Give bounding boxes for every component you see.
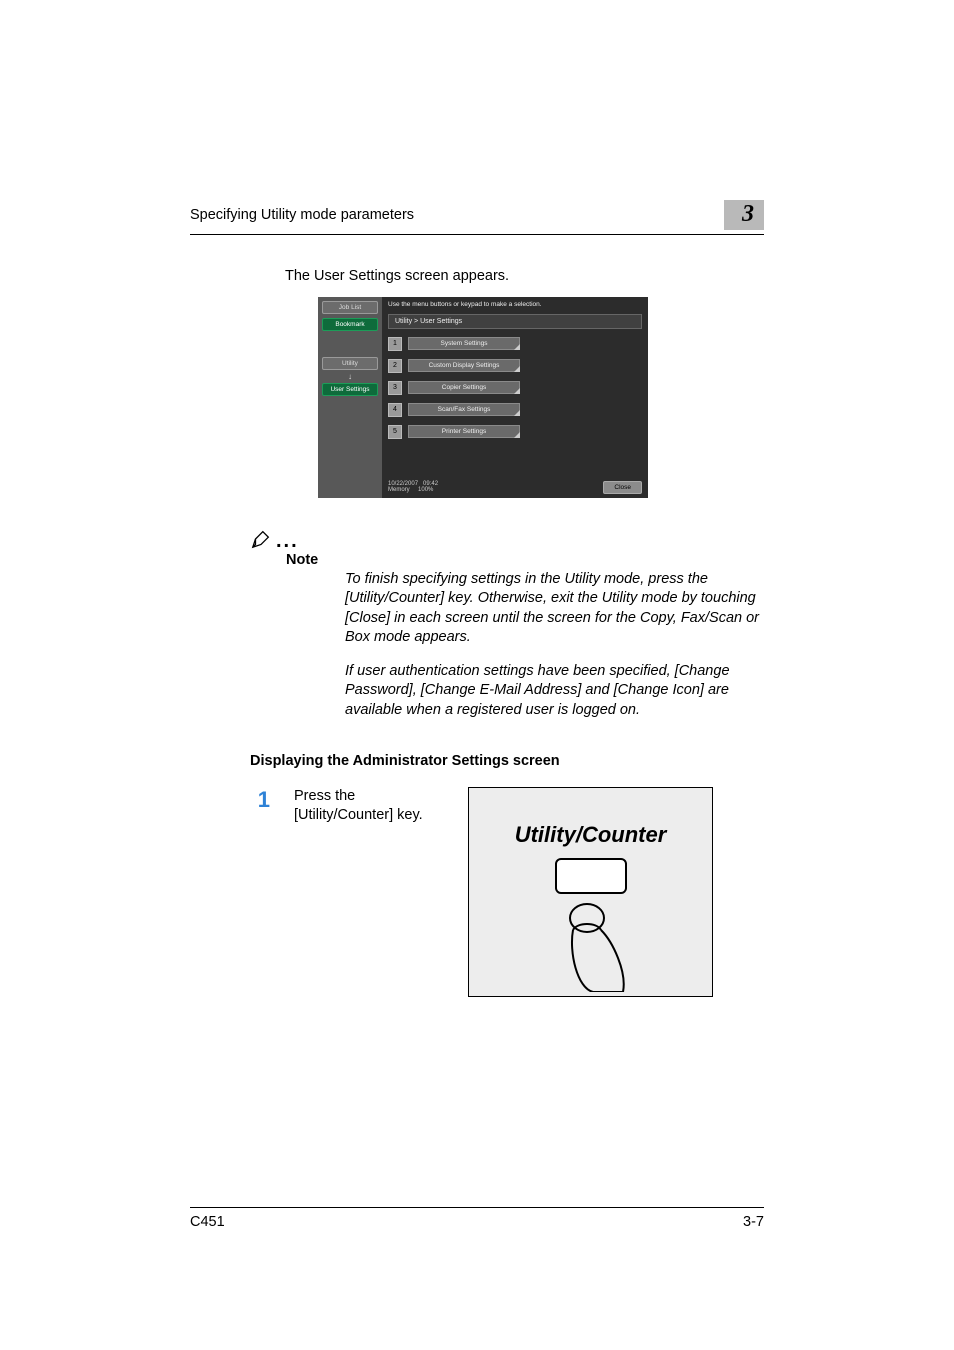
menu-row: 1 System Settings xyxy=(388,337,642,351)
user-settings-tab[interactable]: User Settings xyxy=(322,383,378,396)
printer-settings-button[interactable]: Printer Settings xyxy=(408,425,520,438)
screen-footer: 10/22/2007 09:42 Memory 100% Close xyxy=(388,477,642,498)
memory-label: Memory xyxy=(388,487,410,493)
bookmark-tab[interactable]: Bookmark xyxy=(322,318,378,331)
menu-row: 5 Printer Settings xyxy=(388,425,642,439)
custom-display-settings-button[interactable]: Custom Display Settings xyxy=(408,359,520,372)
finger-press-icon xyxy=(553,902,633,992)
document-page: Specifying Utility mode parameters 3 The… xyxy=(0,0,954,1350)
system-settings-button[interactable]: System Settings xyxy=(408,337,520,350)
note-label: Note xyxy=(286,552,764,568)
menu-number: 4 xyxy=(388,403,402,417)
menu-row: 3 Copier Settings xyxy=(388,381,642,395)
menu-row: 2 Custom Display Settings xyxy=(388,359,642,373)
intro-text: The User Settings screen appears. xyxy=(285,267,764,287)
section-subheading: Displaying the Administrator Settings sc… xyxy=(250,753,764,769)
note-icon-row: ... xyxy=(250,528,764,550)
note-dots-icon: ... xyxy=(276,535,299,550)
page-footer: C451 3-7 xyxy=(190,1214,764,1230)
note-block: ... Note To finish specifying settings i… xyxy=(250,528,764,721)
close-button[interactable]: Close xyxy=(603,481,642,494)
memory-value: 100% xyxy=(418,487,433,493)
note-paragraph: If user authentication settings have bee… xyxy=(345,662,764,721)
screen-main: Use the menu buttons or keypad to make a… xyxy=(382,297,648,498)
pen-icon xyxy=(250,528,272,550)
footer-date: 10/22/2007 09:42 Memory 100% xyxy=(388,481,438,493)
scan-fax-settings-button[interactable]: Scan/Fax Settings xyxy=(408,403,520,416)
step-row: 1 Press the [Utility/Counter] key. Utili… xyxy=(250,787,764,997)
utility-counter-key-illustration: Utility/Counter xyxy=(468,787,713,997)
step-number: 1 xyxy=(250,787,270,813)
footer-rule xyxy=(190,1207,764,1208)
screen-hint: Use the menu buttons or keypad to make a… xyxy=(388,301,642,308)
breadcrumb: Utility > User Settings xyxy=(388,314,642,329)
menu-number: 5 xyxy=(388,425,402,439)
menu-number: 2 xyxy=(388,359,402,373)
footer-model: C451 xyxy=(190,1214,225,1230)
page-header: Specifying Utility mode parameters 3 xyxy=(190,200,764,230)
menu-number: 1 xyxy=(388,337,402,351)
step-text: Press the [Utility/Counter] key. xyxy=(294,787,444,826)
user-settings-screen: Job List Bookmark Utility ↓ User Setting… xyxy=(318,297,648,498)
utility-tab[interactable]: Utility xyxy=(322,357,378,370)
header-title: Specifying Utility mode parameters xyxy=(190,207,414,223)
menu-row: 4 Scan/Fax Settings xyxy=(388,403,642,417)
screen-sidebar: Job List Bookmark Utility ↓ User Setting… xyxy=(318,297,382,498)
header-rule xyxy=(190,234,764,235)
footer-page-number: 3-7 xyxy=(743,1214,764,1230)
chapter-number-badge: 3 xyxy=(724,200,764,230)
job-list-tab[interactable]: Job List xyxy=(322,301,378,314)
menu-number: 3 xyxy=(388,381,402,395)
copier-settings-button[interactable]: Copier Settings xyxy=(408,381,520,394)
key-button-outline xyxy=(555,858,627,894)
key-label: Utility/Counter xyxy=(469,822,712,848)
embedded-screenshot: Job List Bookmark Utility ↓ User Setting… xyxy=(318,297,648,498)
note-paragraph: To finish specifying settings in the Uti… xyxy=(345,570,764,648)
arrow-down-icon: ↓ xyxy=(322,372,378,381)
